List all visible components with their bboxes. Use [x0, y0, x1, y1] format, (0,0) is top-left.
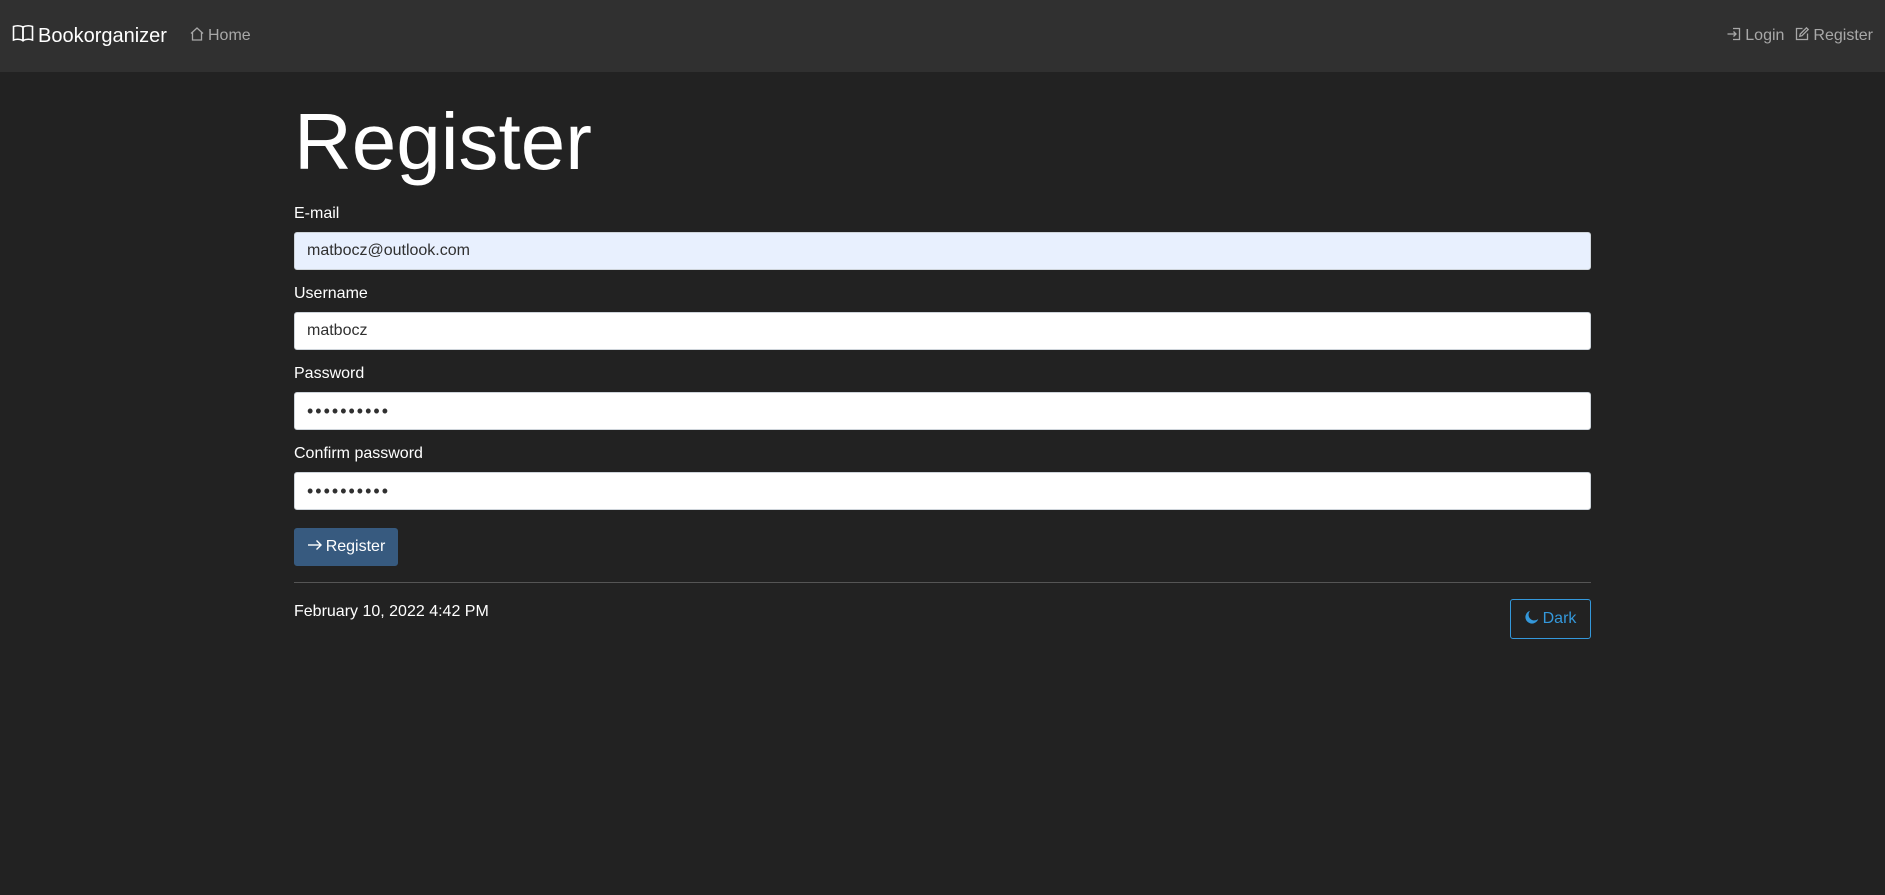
- arrow-right-icon: [307, 538, 326, 556]
- confirm-password-label: Confirm password: [294, 445, 423, 462]
- theme-toggle-button[interactable]: Dark: [1510, 599, 1591, 639]
- confirm-password-field[interactable]: [294, 472, 1591, 510]
- theme-toggle-label: Dark: [1542, 610, 1577, 627]
- footer: February 10, 2022 4:42 PM Dark: [294, 583, 1591, 643]
- nav-login-link[interactable]: Login: [1726, 26, 1784, 47]
- nav-home-label: Home: [208, 27, 251, 44]
- email-label: E-mail: [294, 205, 340, 222]
- register-submit-button[interactable]: Register: [294, 528, 398, 566]
- moon-icon: [1525, 610, 1543, 629]
- password-field[interactable]: [294, 392, 1591, 430]
- nav-home-link[interactable]: Home: [189, 0, 251, 72]
- book-icon: [12, 24, 38, 48]
- page-title: Register: [294, 97, 592, 186]
- nav-register-label: Register: [1813, 27, 1873, 44]
- username-field[interactable]: [294, 312, 1591, 350]
- brand-link[interactable]: Bookorganizer: [12, 0, 167, 72]
- register-page: Register E-mail Username Password Confir…: [294, 72, 1591, 643]
- password-label: Password: [294, 365, 365, 382]
- nav-login-label: Login: [1745, 27, 1785, 44]
- email-field[interactable]: [294, 232, 1591, 270]
- timestamp: February 10, 2022 4:42 PM: [294, 603, 489, 620]
- login-icon: [1726, 26, 1745, 47]
- brand-name: Bookorganizer: [38, 24, 167, 47]
- register-form: E-mail Username Password Confirm passwor…: [294, 204, 1591, 566]
- nav-account-links: Login Register: [1726, 0, 1873, 72]
- username-label: Username: [294, 285, 368, 302]
- register-submit-label: Register: [325, 538, 386, 555]
- navbar: Bookorganizer Home Login Register: [0, 0, 1885, 72]
- edit-icon: [1794, 26, 1813, 47]
- house-icon: [189, 26, 208, 47]
- nav-register-link[interactable]: Register: [1794, 26, 1873, 47]
